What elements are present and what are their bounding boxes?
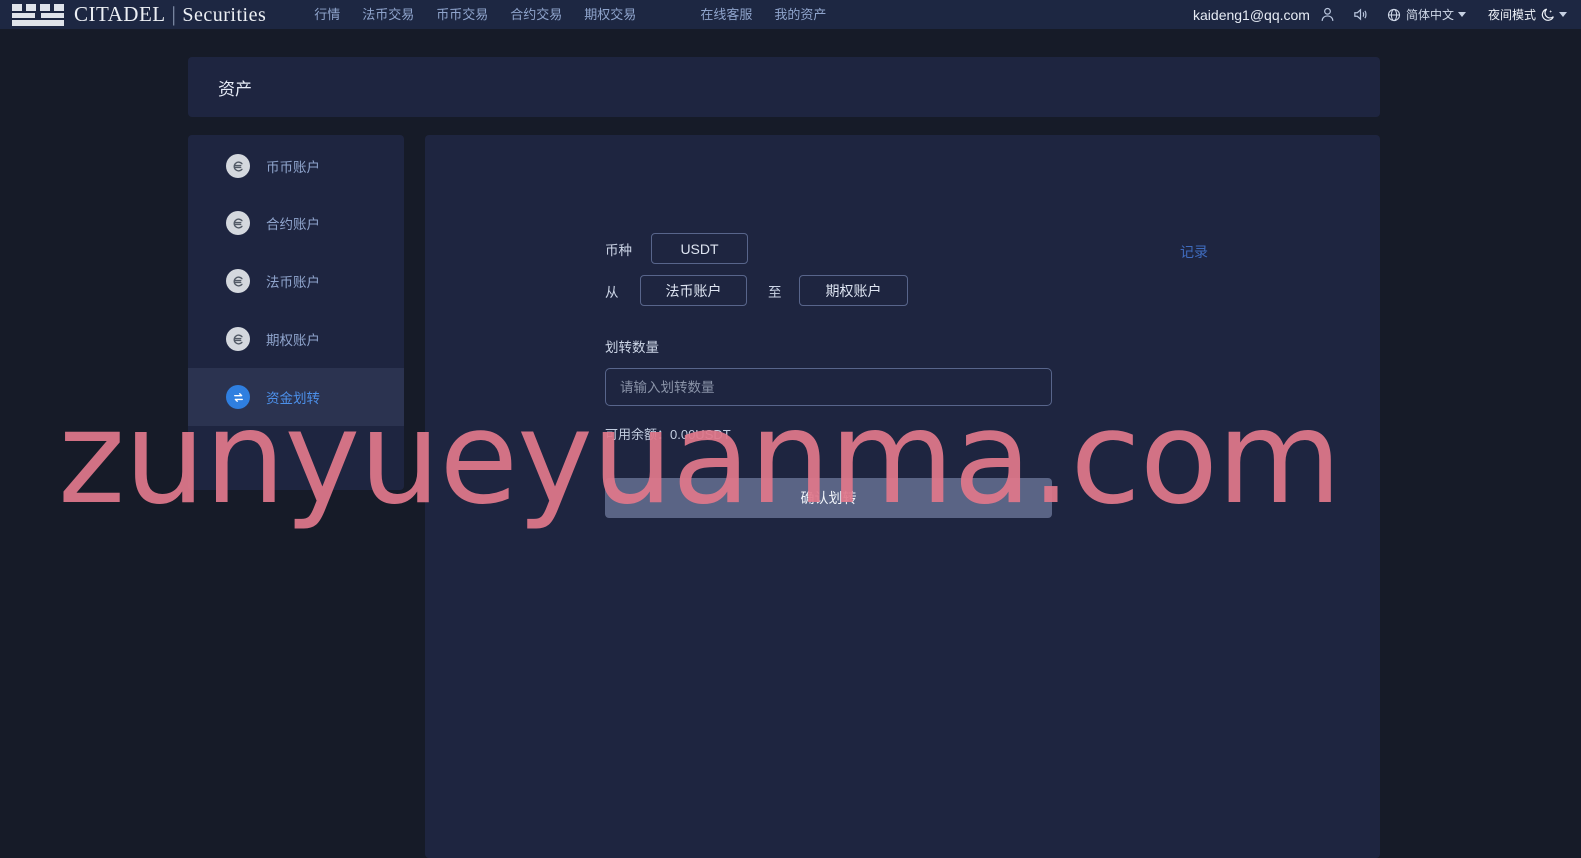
main-nav: 行情 法币交易 币币交易 合约交易 期权交易 在线客服 我的资产 <box>314 0 848 29</box>
nav-item-my-assets[interactable]: 我的资产 <box>774 8 826 21</box>
nav-item-option-trade[interactable]: 期权交易 <box>584 8 636 21</box>
page-title: 资产 <box>218 79 252 99</box>
top-navigation-bar: CITADEL | Securities 行情 法币交易 币币交易 合约交易 期权交… <box>0 0 1581 29</box>
transfer-panel: 币种 USDT 从 法币账户 至 期权账户 划转数量 可用余额：0.00USDT… <box>425 135 1380 858</box>
currency-circle-icon <box>226 269 250 293</box>
nav-item-market[interactable]: 行情 <box>314 8 340 21</box>
brand-secondary: Securities <box>182 4 267 26</box>
to-account-select[interactable]: 期权账户 <box>799 275 908 306</box>
currency-circle-icon <box>226 327 250 351</box>
moon-icon <box>1540 7 1556 23</box>
nav-item-fiat-trade[interactable]: 法币交易 <box>362 8 414 21</box>
available-balance-label: 可用余额：0.00USDT <box>605 427 731 442</box>
user-email-label: kaideng1@qq.com <box>1193 6 1310 23</box>
amount-input[interactable] <box>605 368 1052 406</box>
speaker-icon[interactable] <box>1352 6 1369 23</box>
currency-circle-icon <box>226 211 250 235</box>
to-label: 至 <box>768 284 782 300</box>
brand-primary: CITADEL <box>74 2 166 26</box>
coin-row: 币种 USDT <box>605 233 1245 264</box>
chevron-down-icon <box>1559 12 1567 17</box>
assets-header-panel: 资产 <box>188 57 1380 117</box>
top-right-controls: kaideng1@qq.com 简体中文 夜间模式 <box>1193 0 1567 29</box>
theme-mode-label: 夜间模式 <box>1487 8 1536 22</box>
nav-item-support[interactable]: 在线客服 <box>700 8 752 21</box>
from-account-select[interactable]: 法币账户 <box>640 275 747 306</box>
coin-select[interactable]: USDT <box>651 233 748 264</box>
sidebar-item-fund-transfer[interactable]: 资金划转 <box>188 368 404 426</box>
accounts-row: 从 法币账户 至 期权账户 <box>605 275 1245 306</box>
sidebar-item-label: 币币账户 <box>266 160 320 175</box>
sidebar-item-label: 法币账户 <box>266 275 320 290</box>
language-selector[interactable]: 简体中文 <box>1387 6 1466 23</box>
nav-item-contract-trade[interactable]: 合约交易 <box>510 8 562 21</box>
sidebar-item-label: 资金划转 <box>266 391 320 406</box>
from-label: 从 <box>605 284 619 300</box>
brand-name: CITADEL | Securities <box>74 2 267 26</box>
transfer-form: 币种 USDT 从 法币账户 至 期权账户 划转数量 可用余额：0.00USDT… <box>605 233 1245 518</box>
confirm-transfer-button[interactable]: 确认划转 <box>605 478 1052 518</box>
sidebar-item-option-account[interactable]: 期权账户 <box>188 310 404 368</box>
theme-mode-selector[interactable]: 夜间模式 <box>1488 6 1567 23</box>
transfer-circle-icon <box>226 385 250 409</box>
nav-item-coin-trade[interactable]: 币币交易 <box>436 8 488 21</box>
chevron-down-icon <box>1457 12 1466 17</box>
amount-label: 划转数量 <box>605 340 659 355</box>
sidebar-item-coin-account[interactable]: 币币账户 <box>188 137 404 195</box>
sidebar-item-label: 期权账户 <box>266 333 320 348</box>
currency-circle-icon <box>226 154 250 178</box>
records-link[interactable]: 记录 <box>1180 242 1208 262</box>
brand-logo[interactable]: CITADEL | Securities <box>12 0 266 29</box>
account-sidebar: 币币账户 合约账户 法币账户 期权账户 资金划转 <box>188 135 404 490</box>
globe-icon <box>1387 8 1401 22</box>
language-label: 简体中文 <box>1405 8 1454 22</box>
coin-label: 币种 <box>605 242 632 258</box>
sidebar-item-label: 合约账户 <box>266 217 320 232</box>
brand-separator: | <box>171 2 177 26</box>
sidebar-item-contract-account[interactable]: 合约账户 <box>188 194 404 252</box>
user-icon[interactable] <box>1319 6 1336 23</box>
castle-battlement-icon <box>12 3 64 26</box>
sidebar-item-fiat-account[interactable]: 法币账户 <box>188 252 404 310</box>
